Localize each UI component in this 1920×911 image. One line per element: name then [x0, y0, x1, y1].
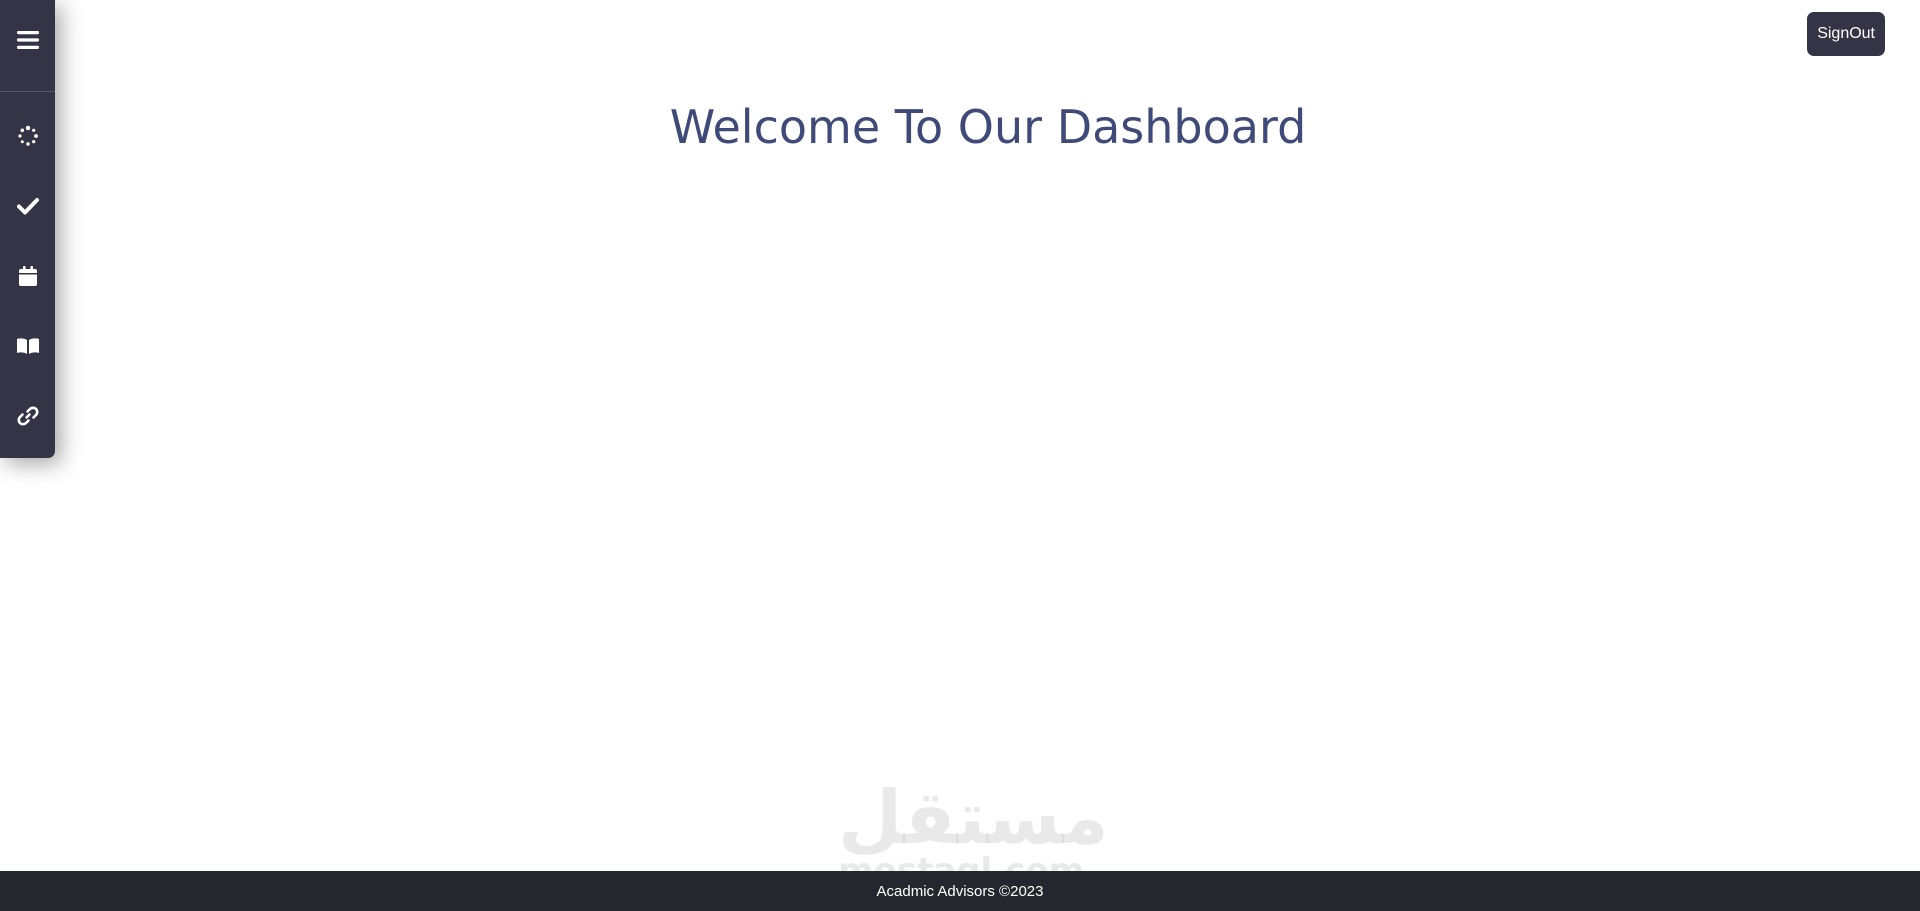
- menu-toggle-button[interactable]: [0, 0, 55, 80]
- sidebar-item-progress[interactable]: [0, 111, 55, 161]
- menu-icon: [16, 31, 39, 49]
- footer-copyright: Acadmic Advisors ©2023: [876, 882, 1044, 900]
- link-icon: [17, 406, 38, 426]
- sidebar: [0, 0, 55, 458]
- sidebar-item-calendar[interactable]: [0, 251, 55, 301]
- page-title: Welcome To Our Dashboard: [669, 100, 1307, 154]
- spinner-icon: [17, 125, 38, 146]
- page: SignOut Welcome To Our Dashboard مستقل m…: [0, 0, 1920, 911]
- sidebar-divider: [0, 91, 55, 92]
- signout-button[interactable]: SignOut: [1807, 12, 1885, 56]
- book-icon: [16, 338, 39, 354]
- sidebar-item-courses[interactable]: [0, 321, 55, 371]
- footer: Acadmic Advisors ©2023: [0, 871, 1920, 911]
- sidebar-item-links[interactable]: [0, 391, 55, 441]
- check-icon: [16, 198, 39, 215]
- watermark-arabic-text: مستقل: [838, 775, 1109, 861]
- sidebar-item-completed[interactable]: [0, 181, 55, 231]
- calendar-icon: [18, 266, 37, 286]
